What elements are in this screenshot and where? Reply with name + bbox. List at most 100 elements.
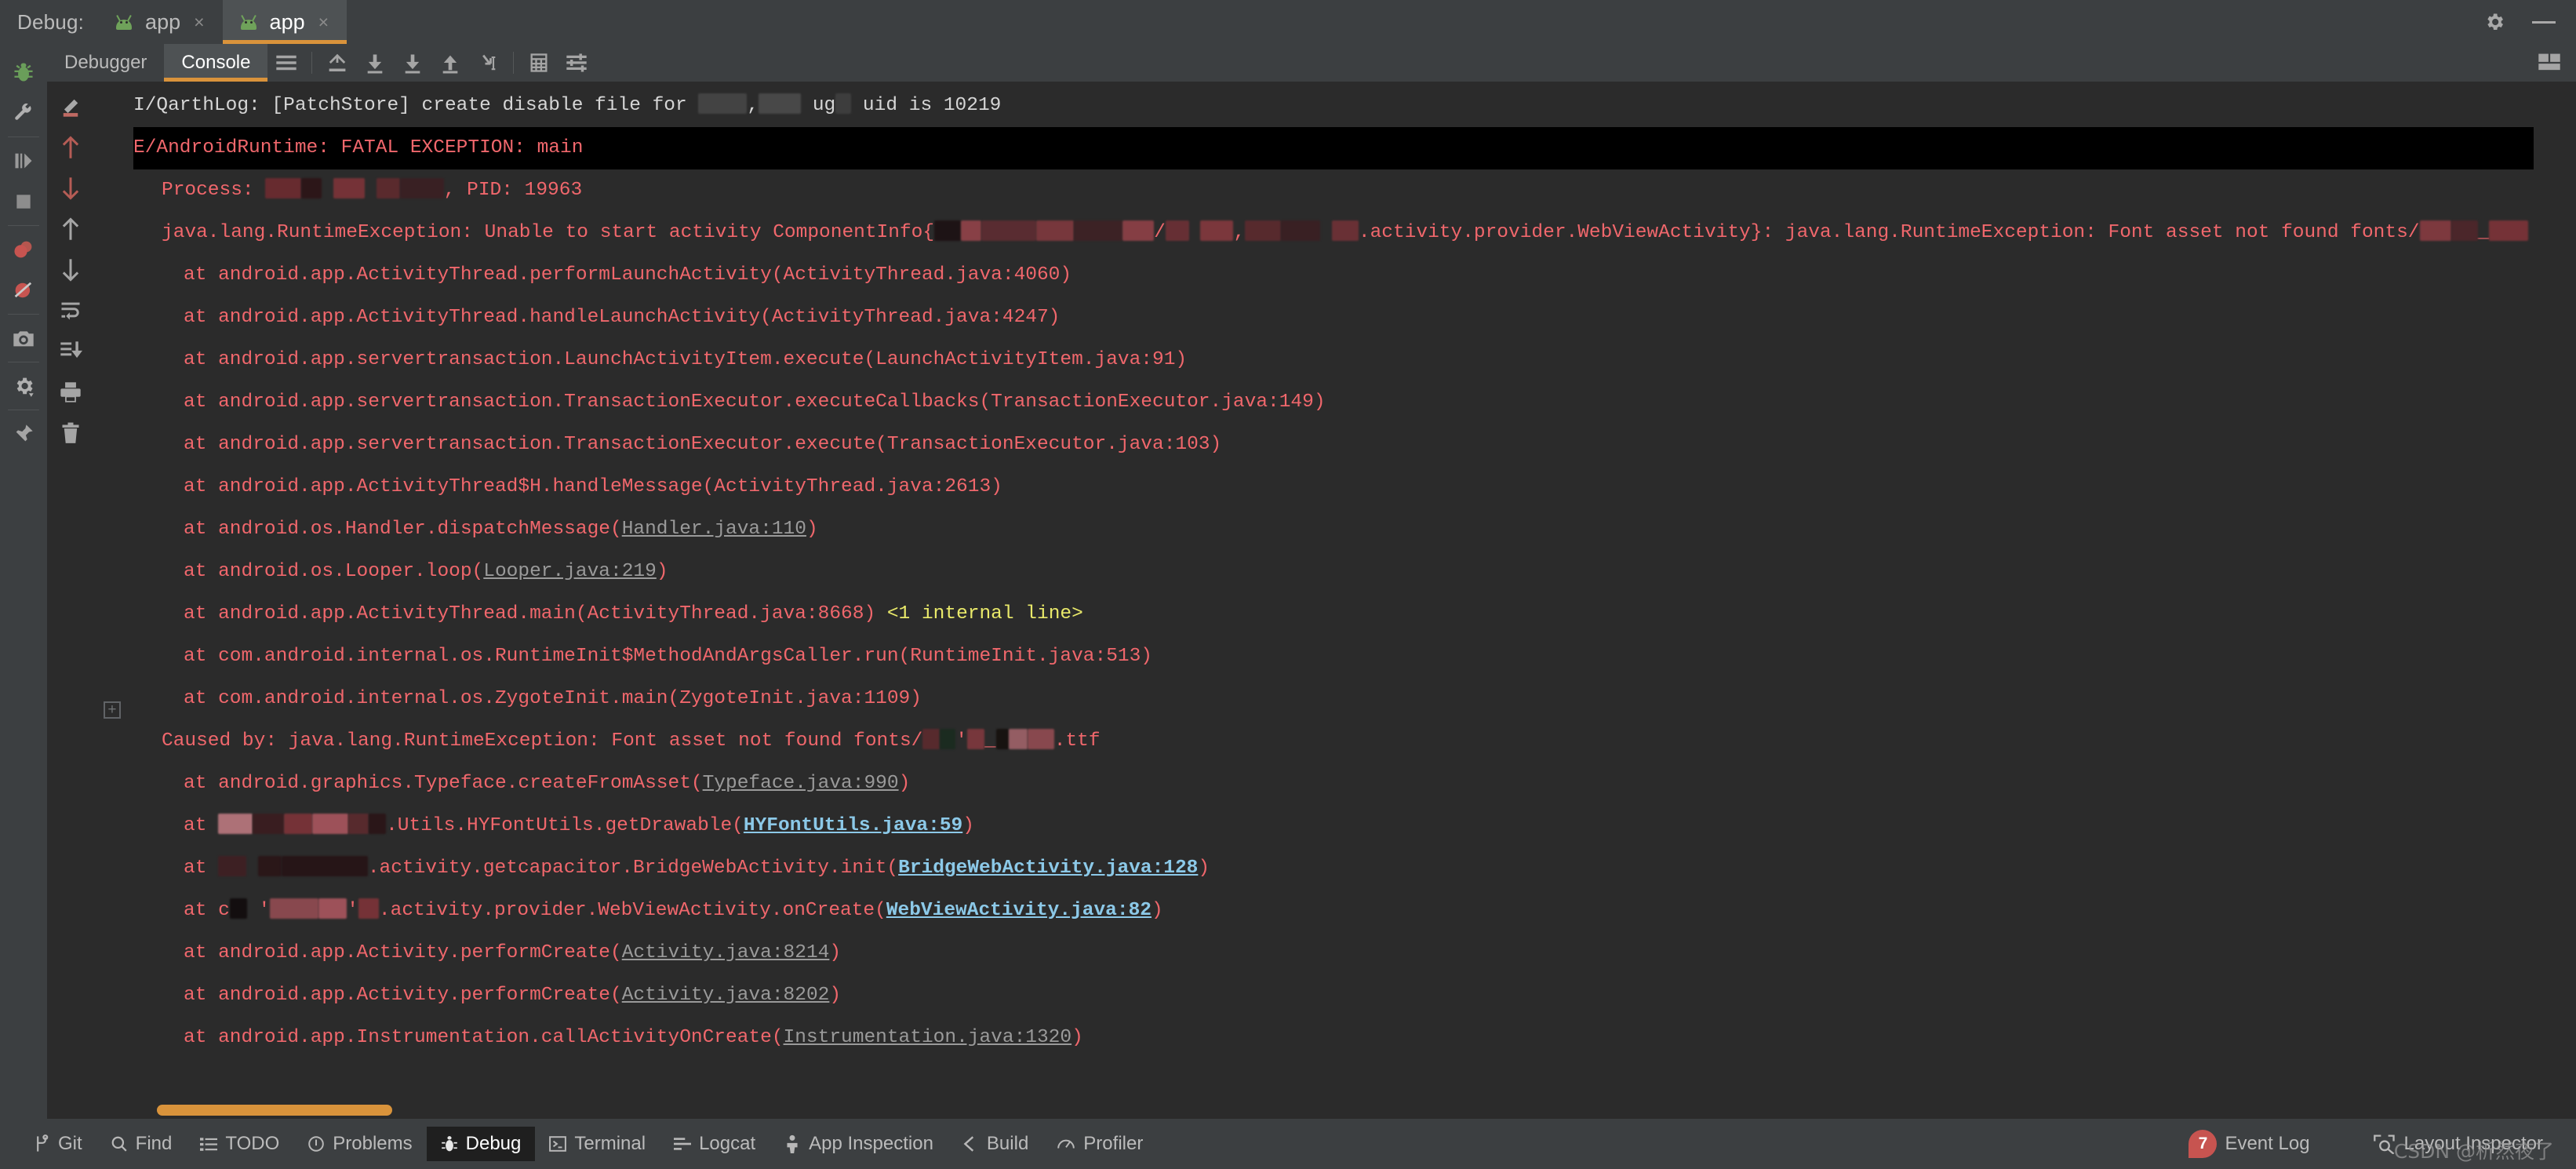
scroll-up-icon[interactable] bbox=[47, 209, 94, 249]
tab-console[interactable]: Console bbox=[164, 44, 268, 82]
status-item-label: Logcat bbox=[699, 1133, 756, 1154]
status-item-logcat[interactable]: Logcat bbox=[660, 1127, 770, 1161]
layout-panels-icon[interactable] bbox=[2537, 52, 2562, 74]
line-at-11[interactable]: at com.android.internal.os.ZygoteInit.ma… bbox=[133, 678, 2534, 720]
log-text: ) bbox=[829, 942, 842, 963]
clear-all-icon[interactable] bbox=[47, 413, 94, 453]
step-into-icon[interactable] bbox=[394, 44, 431, 82]
line-at-14[interactable]: at .activity.getcapacitor.BridgeWebActiv… bbox=[133, 847, 2534, 890]
redacted-text bbox=[1245, 220, 1282, 241]
line-at-7[interactable]: at android.os.Handler.dispatchMessage(Ha… bbox=[133, 508, 2534, 551]
line-at-17[interactable]: at android.app.Activity.performCreate(Ac… bbox=[133, 974, 2534, 1017]
line-at-4[interactable]: at android.app.servertransaction.Transac… bbox=[133, 381, 2534, 424]
debug-icon[interactable] bbox=[0, 52, 47, 93]
status-item-problems[interactable]: Problems bbox=[293, 1127, 426, 1161]
status-item-label: Profiler bbox=[1083, 1133, 1144, 1154]
force-step-into-icon[interactable] bbox=[431, 44, 469, 82]
scroll-down-icon[interactable] bbox=[47, 249, 94, 290]
gear-icon[interactable] bbox=[2483, 11, 2505, 33]
stack-trace-link[interactable]: Activity.java:8202 bbox=[622, 985, 830, 1006]
status-item-label: Debug bbox=[465, 1133, 522, 1154]
line-causedby[interactable]: Caused by: java.lang.RuntimeException: F… bbox=[133, 720, 2534, 763]
line-process[interactable]: Process: , PID: 19963 bbox=[133, 169, 2534, 212]
status-item-find[interactable]: Find bbox=[96, 1127, 187, 1161]
redacted-text bbox=[1281, 220, 1321, 241]
line-qarthlog[interactable]: I/QarthLog: [PatchStore] create disable … bbox=[133, 85, 2534, 127]
console-horizontal-scrollbar[interactable] bbox=[47, 1105, 2576, 1116]
line-at-8[interactable]: at android.os.Looper.loop(Looper.java:21… bbox=[133, 551, 2534, 593]
screenshot-icon[interactable] bbox=[0, 318, 47, 359]
log-text: at android.app.servertransaction.LaunchA… bbox=[184, 349, 1188, 370]
line-at-13[interactable]: at .Utils.HYFontUtils.getDrawable(HYFont… bbox=[133, 805, 2534, 847]
next-occurrence-icon[interactable] bbox=[47, 168, 94, 209]
line-at-10[interactable]: at com.android.internal.os.RuntimeInit$M… bbox=[133, 635, 2534, 678]
line-at-6[interactable]: at android.app.ActivityThread$H.handleMe… bbox=[133, 466, 2534, 508]
line-at-1[interactable]: at android.app.ActivityThread.performLau… bbox=[133, 254, 2534, 297]
project-source-link[interactable]: WebViewActivity.java:82 bbox=[886, 900, 1152, 921]
line-at-2[interactable]: at android.app.ActivityThread.handleLaun… bbox=[133, 297, 2534, 339]
settings-gear-icon[interactable] bbox=[0, 366, 47, 406]
stop-icon[interactable] bbox=[0, 181, 47, 222]
wrench-icon[interactable] bbox=[0, 93, 47, 133]
log-text: ) bbox=[829, 985, 842, 1006]
log-text: .ttf bbox=[1053, 730, 1101, 752]
status-item-profiler[interactable]: Profiler bbox=[1042, 1127, 1157, 1161]
project-source-link[interactable]: HYFontUtils.java:59 bbox=[744, 815, 962, 836]
line-at-9[interactable]: at android.app.ActivityThread.main(Activ… bbox=[133, 593, 2534, 635]
status-item-layout-inspector[interactable]: Layout Inspector bbox=[2359, 1127, 2543, 1161]
line-at-16[interactable]: at android.app.Activity.performCreate(Ac… bbox=[133, 932, 2534, 974]
fold-expand-marker[interactable]: + bbox=[104, 701, 121, 719]
scrollbar-thumb-horizontal[interactable] bbox=[157, 1105, 392, 1116]
resume-program-icon[interactable] bbox=[0, 140, 47, 181]
log-text: ) bbox=[806, 519, 818, 540]
line-at-18[interactable]: at android.app.Instrumentation.callActiv… bbox=[133, 1017, 2534, 1059]
status-item-app-inspection[interactable]: App Inspection bbox=[770, 1127, 948, 1161]
log-text: ) bbox=[962, 815, 974, 836]
run-tab-1[interactable]: app × bbox=[222, 0, 347, 44]
line-at-15[interactable]: at c ' ' .activity.provider.WebViewActivit… bbox=[133, 890, 2534, 932]
close-icon[interactable]: × bbox=[316, 12, 331, 33]
line-fatal[interactable]: E/AndroidRuntime: FATAL EXCEPTION: main bbox=[133, 127, 2534, 169]
view-breakpoints-icon[interactable] bbox=[0, 229, 47, 270]
tab-debugger[interactable]: Debugger bbox=[47, 44, 164, 82]
status-item-event-log[interactable]: 7 Event Log bbox=[2189, 1123, 2323, 1164]
run-tab-0[interactable]: app × bbox=[98, 0, 223, 44]
stack-trace-link[interactable]: Handler.java:110 bbox=[622, 519, 806, 540]
line-runtimeexception[interactable]: java.lang.RuntimeException: Unable to st… bbox=[133, 212, 2534, 254]
status-item-terminal[interactable]: Terminal bbox=[535, 1127, 660, 1161]
line-at-5[interactable]: at android.app.servertransaction.Transac… bbox=[133, 424, 2534, 466]
console-log-text[interactable]: I/QarthLog: [PatchStore] create disable … bbox=[133, 82, 2534, 1119]
drop-frame-icon[interactable] bbox=[469, 44, 507, 82]
console-vertical-scrollbar[interactable] bbox=[2534, 82, 2576, 1119]
line-at-3[interactable]: at android.app.servertransaction.LaunchA… bbox=[133, 339, 2534, 381]
stack-trace-link[interactable]: Looper.java:219 bbox=[483, 561, 657, 582]
print-icon[interactable] bbox=[47, 372, 94, 413]
mute-breakpoints-icon[interactable] bbox=[0, 270, 47, 311]
step-over-icon[interactable] bbox=[356, 44, 394, 82]
highlight-pen-icon[interactable] bbox=[47, 86, 94, 127]
menu-lines-icon[interactable] bbox=[267, 44, 305, 82]
status-item-todo[interactable]: TODO bbox=[186, 1127, 293, 1161]
scroll-to-end-icon[interactable] bbox=[47, 331, 94, 372]
toolbar-right-controls bbox=[2537, 44, 2576, 82]
status-item-git[interactable]: Git bbox=[19, 1127, 96, 1161]
status-item-debug[interactable]: Debug bbox=[426, 1127, 536, 1161]
pin-icon[interactable] bbox=[0, 413, 47, 454]
step-out-icon[interactable] bbox=[318, 44, 356, 82]
previous-occurrence-icon[interactable] bbox=[47, 127, 94, 168]
project-source-link[interactable]: BridgeWebActivity.java:128 bbox=[898, 858, 1198, 879]
line-at-12[interactable]: at android.graphics.Typeface.createFromA… bbox=[133, 763, 2534, 805]
evaluate-expression-icon[interactable] bbox=[520, 44, 558, 82]
minimize-icon[interactable] bbox=[2532, 20, 2556, 24]
redacted-text bbox=[967, 729, 985, 749]
redacted-text bbox=[218, 814, 253, 834]
stack-trace-link[interactable]: Activity.java:8214 bbox=[622, 942, 830, 963]
stack-trace-link[interactable]: Typeface.java:990 bbox=[703, 773, 899, 794]
settings-sliders-icon[interactable] bbox=[558, 44, 595, 82]
status-item-build[interactable]: Build bbox=[948, 1127, 1042, 1161]
redacted-text bbox=[1074, 220, 1123, 241]
stack-trace-link[interactable]: Instrumentation.java:1320 bbox=[784, 1027, 1072, 1048]
close-icon[interactable]: × bbox=[191, 12, 206, 33]
soft-wrap-icon[interactable] bbox=[47, 290, 94, 331]
